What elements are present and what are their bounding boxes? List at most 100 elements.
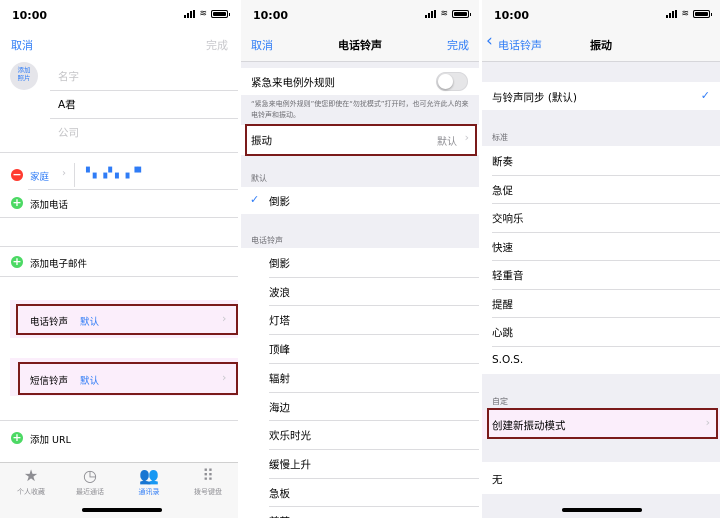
emergency-label: 紧急来电例外规则 — [251, 77, 335, 89]
screenshot-composite: 10:00 ≋ 取消 完成 添加 照片 名字 A君 公司 − 家庭 › ▘▖▗ … — [0, 0, 720, 518]
battery-icon — [452, 10, 471, 18]
ringtone-item[interactable]: 倒影 — [269, 256, 290, 271]
add-email-button[interactable]: 添加电子邮件 — [30, 256, 87, 270]
divider — [269, 477, 479, 479]
ringtone-label[interactable]: 电话铃声 — [30, 314, 68, 328]
create-vibration-label: 创建新振动模式 — [492, 420, 566, 432]
vibration-item[interactable]: 提醒 — [492, 297, 513, 312]
vibration-item[interactable]: 断奏 — [492, 154, 513, 169]
ringtone-item[interactable]: 欢乐时光 — [269, 428, 311, 443]
first-name-field[interactable]: 名字 — [58, 69, 79, 84]
vibration-item[interactable]: 快速 — [492, 240, 513, 255]
signal-icon — [666, 10, 678, 18]
status-time: 10:00 — [494, 9, 530, 22]
emergency-toggle[interactable] — [436, 72, 468, 91]
texttone-label[interactable]: 短信铃声 — [30, 373, 68, 387]
ringtone-item[interactable]: 海边 — [269, 400, 290, 415]
status-icons: ≋ — [666, 9, 712, 19]
vibration-item[interactable]: 交响乐 — [492, 211, 524, 226]
section-header-custom: 自定 — [492, 397, 508, 406]
done-button[interactable]: 完成 — [447, 37, 469, 53]
vibration-label: 振动 — [251, 135, 272, 147]
vibration-item[interactable]: S.O.S. — [492, 354, 523, 366]
wifi-icon: ≋ — [681, 9, 689, 19]
done-button[interactable]: 完成 — [206, 37, 228, 53]
company-field[interactable]: 公司 — [58, 125, 79, 140]
emergency-note: “紧急来电例外规则”使您即使在“勿扰模式”打开时，也可允许此人的来电铃声和振动。 — [251, 100, 469, 119]
chevron-right-icon: › — [705, 416, 710, 429]
last-name-field[interactable]: A君 — [58, 97, 76, 112]
wifi-icon: ≋ — [440, 9, 448, 19]
add-phone-button[interactable]: 添加电话 — [30, 197, 68, 211]
add-url-icon[interactable]: + — [11, 432, 23, 444]
divider — [269, 334, 479, 336]
none-row[interactable] — [482, 462, 720, 494]
divider — [0, 276, 238, 277]
tab-favorites[interactable]: ★ 个人收藏 — [8, 467, 54, 497]
tab-label: 个人收藏 — [17, 488, 45, 496]
divider — [28, 189, 238, 190]
tab-label: 通讯录 — [138, 488, 160, 496]
phone-label[interactable]: 家庭 — [30, 169, 49, 183]
ringtone-item[interactable]: 辐射 — [269, 371, 290, 386]
ringtone-item[interactable]: 急板 — [269, 486, 290, 501]
status-icons: ≋ — [184, 9, 230, 19]
vibration-item[interactable]: 轻重音 — [492, 268, 524, 283]
keypad-icon: ⠿ — [202, 466, 214, 485]
divider — [50, 90, 238, 91]
home-indicator — [82, 508, 162, 512]
divider — [492, 231, 720, 233]
none-label: 无 — [492, 474, 503, 486]
checkmark-icon: ✓ — [250, 193, 260, 206]
divider — [269, 276, 479, 278]
status-time: 10:00 — [12, 9, 48, 22]
wifi-icon: ≋ — [199, 9, 207, 19]
default-tone-label: 倒影 — [269, 196, 290, 208]
divider — [492, 174, 720, 176]
ringtone-item[interactable]: 灯塔 — [269, 313, 290, 328]
divider — [269, 506, 479, 508]
add-url-button[interactable]: 添加 URL — [30, 432, 71, 446]
section-header-ringtones: 电话铃声 — [251, 236, 283, 245]
divider — [492, 345, 720, 347]
texttone-value[interactable]: 默认 — [80, 373, 99, 387]
vibration-item[interactable]: 急促 — [492, 183, 513, 198]
status-icons: ≋ — [425, 9, 471, 19]
ringtone-item[interactable]: 波浪 — [269, 285, 290, 300]
chevron-right-icon: › — [62, 168, 66, 179]
clock-icon: ◷ — [83, 466, 97, 485]
ringtone-item[interactable]: 顶峰 — [269, 342, 290, 357]
tab-keypad[interactable]: ⠿ 拨号键盘 — [185, 467, 231, 497]
divider — [492, 317, 720, 318]
tab-recents[interactable]: ◷ 最近通话 — [67, 467, 113, 497]
tab-label: 拨号键盘 — [194, 488, 222, 496]
ringtone-item[interactable]: 缓慢上升 — [269, 457, 311, 472]
divider — [269, 448, 479, 450]
section-header-standard: 标准 — [492, 133, 508, 142]
add-phone-icon[interactable]: + — [11, 197, 23, 209]
ringtone-value[interactable]: 默认 — [80, 314, 99, 328]
tab-label: 最近通话 — [76, 488, 104, 496]
divider — [492, 260, 720, 261]
ringtone-item[interactable]: 煎茶 — [269, 514, 290, 518]
signal-icon — [425, 10, 437, 18]
add-photo-label: 添加 照片 — [17, 66, 31, 82]
star-icon: ★ — [23, 466, 39, 485]
cancel-button[interactable]: 取消 — [11, 37, 33, 53]
vibration-value: 默认 — [437, 137, 457, 148]
phone-number-field[interactable]: ▘▖▗ ▘▖▗ ▝▘ — [86, 168, 145, 179]
ringtone-screen: 10:00 ≋ 取消 电话铃声 完成 紧急来电例外规则 “紧急来电例外规则”使您… — [241, 0, 479, 518]
tab-contacts[interactable]: 👥 通讯录 — [126, 467, 172, 497]
checkmark-icon: ✓ — [700, 89, 710, 102]
home-indicator — [562, 508, 642, 512]
status-time: 10:00 — [253, 9, 289, 22]
signal-icon — [184, 10, 196, 18]
vibration-item[interactable]: 心跳 — [492, 325, 513, 340]
battery-icon — [693, 10, 712, 18]
vibration-screen: 10:00 ≋ ‹ 电话铃声 振动 与铃声同步 (默认) ✓ 标准 自定 创建新… — [482, 0, 720, 518]
delete-phone-icon[interactable]: − — [11, 169, 23, 181]
divider — [269, 391, 479, 393]
tab-bar: ★ 个人收藏 ◷ 最近通话 👥 通讯录 ⠿ 拨号键盘 — [0, 462, 238, 518]
chevron-right-icon: › — [222, 312, 227, 325]
add-email-icon[interactable]: + — [11, 256, 23, 268]
